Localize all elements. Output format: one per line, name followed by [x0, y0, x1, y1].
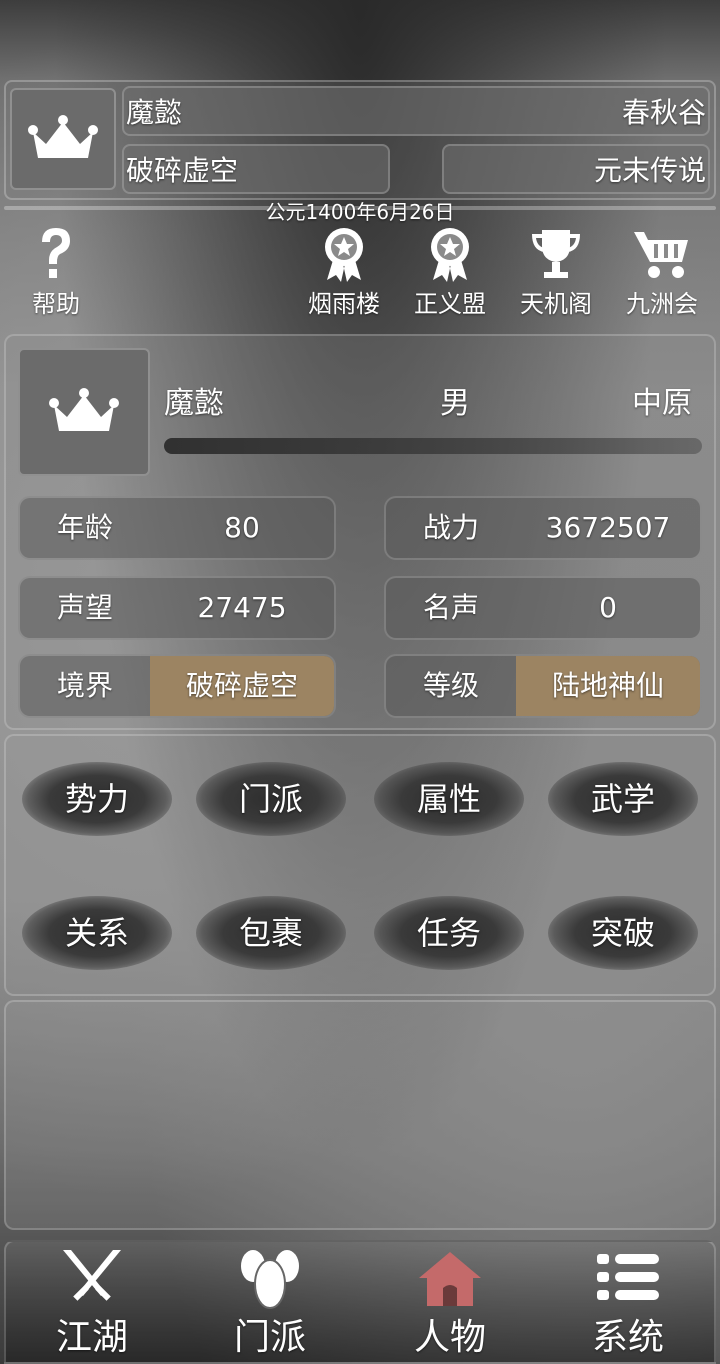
stat-realm: 境界 破碎虚空 — [18, 654, 336, 718]
profile-region: 中原 — [632, 386, 692, 421]
ribbon-badge-icon — [431, 228, 469, 282]
stat-fame-label: 名声 — [422, 591, 479, 624]
nav-zhengyimeng-label: 正义盟 — [414, 290, 486, 318]
profile-avatar[interactable] — [18, 348, 150, 476]
bottom-nav-jianghu-label: 江湖 — [55, 1317, 128, 1358]
location-name[interactable]: 春秋谷 — [622, 91, 706, 131]
profile-name: 魔懿 — [164, 386, 224, 421]
nav-help-label: 帮助 — [32, 290, 80, 318]
action-faction-button[interactable]: 势力 — [22, 762, 172, 836]
stat-prestige-value: 27475 — [197, 591, 287, 624]
stat-power-value: 3672507 — [545, 511, 671, 544]
bottom-nav-character[interactable]: 人物 — [390, 1248, 510, 1358]
nav-yanyulou-label: 烟雨楼 — [308, 290, 380, 318]
header-realm-box: 破碎虚空 — [122, 144, 390, 194]
nav-jiuzhouhui[interactable]: 九洲会 — [612, 226, 712, 322]
header-era-box[interactable]: 元末传说 — [442, 144, 710, 194]
ink-divider — [164, 438, 702, 454]
nav-zhengyimeng[interactable]: 正义盟 — [400, 226, 500, 322]
stat-prestige: 声望 27475 — [18, 576, 336, 640]
header-name-bar: 魔懿 春秋谷 — [122, 86, 710, 136]
bottom-nav-jianghu[interactable]: 江湖 — [32, 1248, 152, 1358]
action-quests-button[interactable]: 任务 — [374, 896, 524, 970]
crossed-swords-icon — [63, 1250, 121, 1301]
crown-icon — [49, 388, 119, 431]
stat-age: 年龄 80 — [18, 496, 336, 560]
profile-gender: 男 — [440, 386, 470, 421]
action-attributes-button[interactable]: 属性 — [374, 762, 524, 836]
action-relations-button[interactable]: 关系 — [22, 896, 172, 970]
header-avatar[interactable] — [10, 88, 116, 190]
group-icon — [241, 1250, 299, 1309]
stat-power: 战力 3672507 — [384, 496, 702, 560]
stat-realm-value[interactable]: 破碎虚空 — [150, 656, 334, 716]
bottom-nav-sect[interactable]: 门派 — [210, 1248, 330, 1358]
action-breakthrough-button[interactable]: 突破 — [548, 896, 698, 970]
nav-tianjige[interactable]: 天机阁 — [506, 226, 606, 322]
player-realm: 破碎虚空 — [126, 154, 239, 187]
stat-prestige-label: 声望 — [56, 591, 113, 624]
action-sect-button[interactable]: 门派 — [196, 762, 346, 836]
action-inventory-button[interactable]: 包裹 — [196, 896, 346, 970]
nav-yanyulou[interactable]: 烟雨楼 — [294, 226, 394, 322]
stat-power-label: 战力 — [422, 511, 479, 544]
game-date: 公元1400年6月26日 — [265, 200, 455, 224]
player-name: 魔懿 — [126, 96, 183, 129]
trophy-icon — [532, 230, 580, 278]
crown-icon — [28, 115, 98, 158]
stat-age-label: 年龄 — [56, 511, 113, 544]
stat-level-label: 等级 — [422, 669, 479, 702]
house-icon — [419, 1252, 481, 1306]
stat-age-value: 80 — [224, 511, 260, 544]
era-name: 元末传说 — [593, 154, 706, 187]
nav-jiuzhouhui-label: 九洲会 — [626, 290, 698, 318]
cart-icon — [634, 232, 688, 278]
bottom-nav-sect-label: 门派 — [233, 1317, 306, 1358]
bottom-nav-character-label: 人物 — [413, 1317, 486, 1358]
ribbon-badge-icon — [325, 228, 363, 282]
stat-level-value[interactable]: 陆地神仙 — [516, 656, 700, 716]
content-panel — [4, 1000, 716, 1230]
nav-tianjige-label: 天机阁 — [520, 290, 592, 318]
question-icon — [42, 228, 70, 278]
bottom-nav-system-label: 系统 — [591, 1317, 664, 1358]
nav-help[interactable]: 帮助 — [6, 226, 106, 322]
stat-fame-value: 0 — [599, 591, 617, 624]
stat-fame: 名声 0 — [384, 576, 702, 640]
bottom-nav-system[interactable]: 系统 — [568, 1248, 688, 1358]
stat-realm-label: 境界 — [56, 669, 113, 702]
stat-level: 等级 陆地神仙 — [384, 654, 702, 718]
action-martial-arts-button[interactable]: 武学 — [548, 762, 698, 836]
list-icon — [597, 1254, 659, 1300]
